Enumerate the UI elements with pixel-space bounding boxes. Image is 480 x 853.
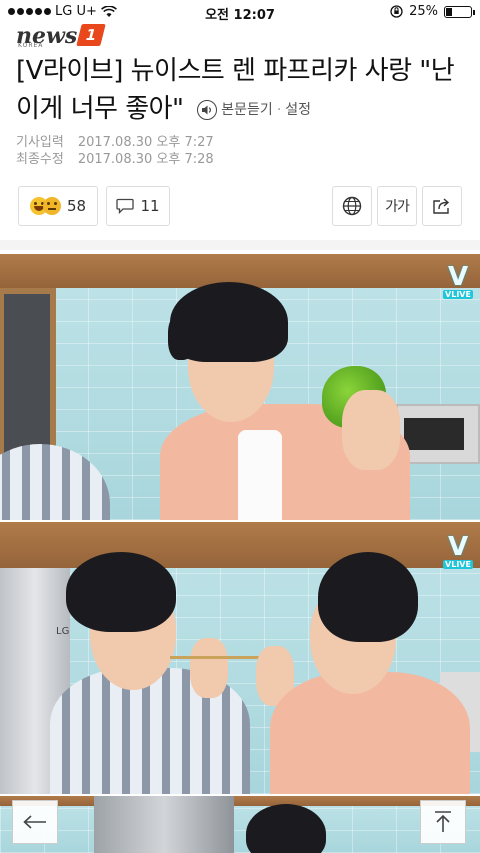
logo-mark: 1 [76,24,107,46]
posted-time: 2017.08.30 오후 7:27 [77,135,214,150]
updated-time: 2017.08.30 오후 7:28 [77,152,214,167]
font-size-button[interactable]: 가가 [377,186,417,226]
reaction-count: 58 [66,197,87,215]
comment-icon [116,198,135,214]
share-button[interactable] [422,186,462,226]
article-headline: [V라이브] 뉴이스트 렌 파프리카 사랑 "난 이게 너무 좋아" 본문듣기 … [16,52,466,129]
article-photo-2: LG V VLIVE [0,520,480,794]
article-meta: 기사입력 2017.08.30 오후 7:27 최종수정 2017.08.30 … [16,134,214,168]
battery-icon [444,5,475,18]
back-button[interactable] [12,800,58,844]
article-photo-1: V VLIVE [0,254,480,520]
font-size-icon: 가가 [385,199,410,215]
read-aloud-button[interactable]: 본문듣기 [221,91,273,129]
wifi-icon [100,5,117,17]
posted-label: 기사입력 [16,135,64,150]
logo-subtext: KOREA [18,42,44,49]
carrier-label: LG U+ [55,4,97,19]
read-aloud-controls: 본문듣기 · 설정 [197,91,311,129]
signal-strength-icon [8,8,51,15]
updated-label: 최종수정 [16,152,64,167]
comment-count: 11 [140,197,160,215]
back-arrow-icon [23,815,46,829]
reaction-emoji-icon [29,197,61,215]
settings-link[interactable]: 설정 [285,91,311,129]
vlive-watermark: V VLIVE [443,532,473,569]
share-icon [433,198,450,214]
separator: · [276,101,282,118]
section-divider [0,240,480,250]
globe-icon [342,196,362,216]
scroll-top-button[interactable] [420,800,466,844]
article-photo-3 [0,794,480,853]
translate-button[interactable] [332,186,372,226]
scroll-top-icon [435,811,451,832]
rotation-lock-icon [390,5,403,18]
vlive-watermark: V VLIVE [443,262,473,299]
comment-button[interactable]: 11 [106,186,170,226]
vlive-watermark-text: VLIVE [443,290,473,299]
speaker-icon[interactable] [197,99,218,120]
vlive-watermark-text: VLIVE [443,560,473,569]
reaction-button[interactable]: 58 [18,186,98,226]
status-bar: LG U+ 오전 12:07 25% [0,0,480,24]
battery-percent: 25% [409,4,438,19]
news1-logo[interactable]: news 1 KOREA [16,22,107,49]
